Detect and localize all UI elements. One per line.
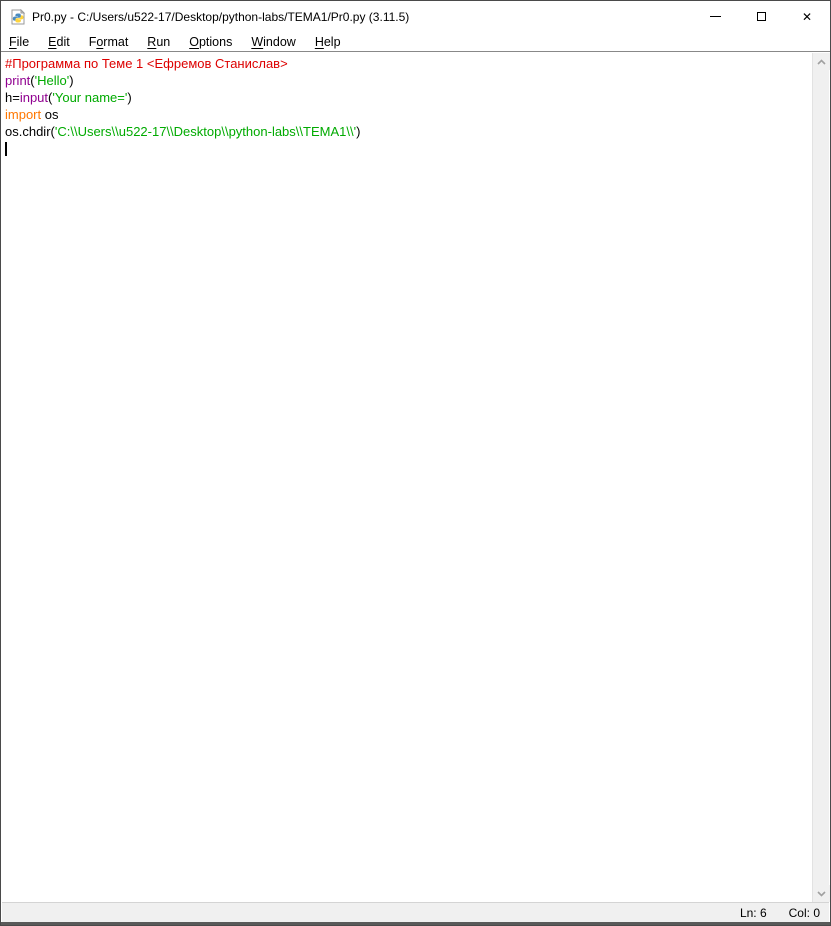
code-line: print('Hello') bbox=[5, 72, 812, 89]
menu-item-help[interactable]: Help bbox=[309, 33, 347, 51]
code-editor[interactable]: #Программа по Теме 1 <Ефремов Станислав>… bbox=[2, 53, 812, 902]
status-bar: Ln: 6 Col: 0 bbox=[2, 902, 829, 922]
menu-item-file[interactable]: File bbox=[3, 33, 35, 51]
menu-item-format[interactable]: Format bbox=[83, 33, 135, 51]
minimize-icon bbox=[710, 16, 721, 17]
maximize-icon bbox=[757, 12, 766, 21]
chevron-up-icon bbox=[817, 59, 826, 65]
menu-bar: File Edit Format Run Options Window Help bbox=[1, 32, 830, 52]
menu-item-edit[interactable]: Edit bbox=[42, 33, 76, 51]
chevron-down-icon bbox=[817, 891, 826, 897]
title-bar[interactable]: Pr0.py - C:/Users/u522-17/Desktop/python… bbox=[1, 1, 830, 32]
code-line bbox=[5, 140, 812, 157]
close-button[interactable]: ✕ bbox=[784, 1, 830, 32]
scroll-down-button[interactable] bbox=[813, 885, 830, 902]
text-cursor bbox=[5, 142, 7, 156]
menu-item-window[interactable]: Window bbox=[245, 33, 301, 51]
status-line-indicator: Ln: 6 bbox=[740, 906, 767, 920]
idle-editor-window: Pr0.py - C:/Users/u522-17/Desktop/python… bbox=[0, 0, 831, 926]
window-title: Pr0.py - C:/Users/u522-17/Desktop/python… bbox=[32, 10, 692, 24]
menu-item-run[interactable]: Run bbox=[141, 33, 176, 51]
minimize-button[interactable] bbox=[692, 1, 738, 32]
code-line: #Программа по Теме 1 <Ефремов Станислав> bbox=[5, 55, 812, 72]
close-icon: ✕ bbox=[802, 11, 812, 23]
code-line: import os bbox=[5, 106, 812, 123]
caption-buttons: ✕ bbox=[692, 1, 830, 32]
python-file-icon bbox=[10, 9, 26, 25]
status-col-indicator: Col: 0 bbox=[789, 906, 820, 920]
code-line: os.chdir('C:\\Users\\u522-17\\Desktop\\p… bbox=[5, 123, 812, 140]
code-lines: #Программа по Теме 1 <Ефремов Станислав>… bbox=[2, 53, 812, 157]
maximize-button[interactable] bbox=[738, 1, 784, 32]
code-line: h=input('Your name=') bbox=[5, 89, 812, 106]
vertical-scrollbar[interactable] bbox=[812, 53, 829, 902]
menu-item-options[interactable]: Options bbox=[183, 33, 238, 51]
window-bottom-edge bbox=[1, 922, 830, 925]
scroll-up-button[interactable] bbox=[813, 53, 830, 70]
